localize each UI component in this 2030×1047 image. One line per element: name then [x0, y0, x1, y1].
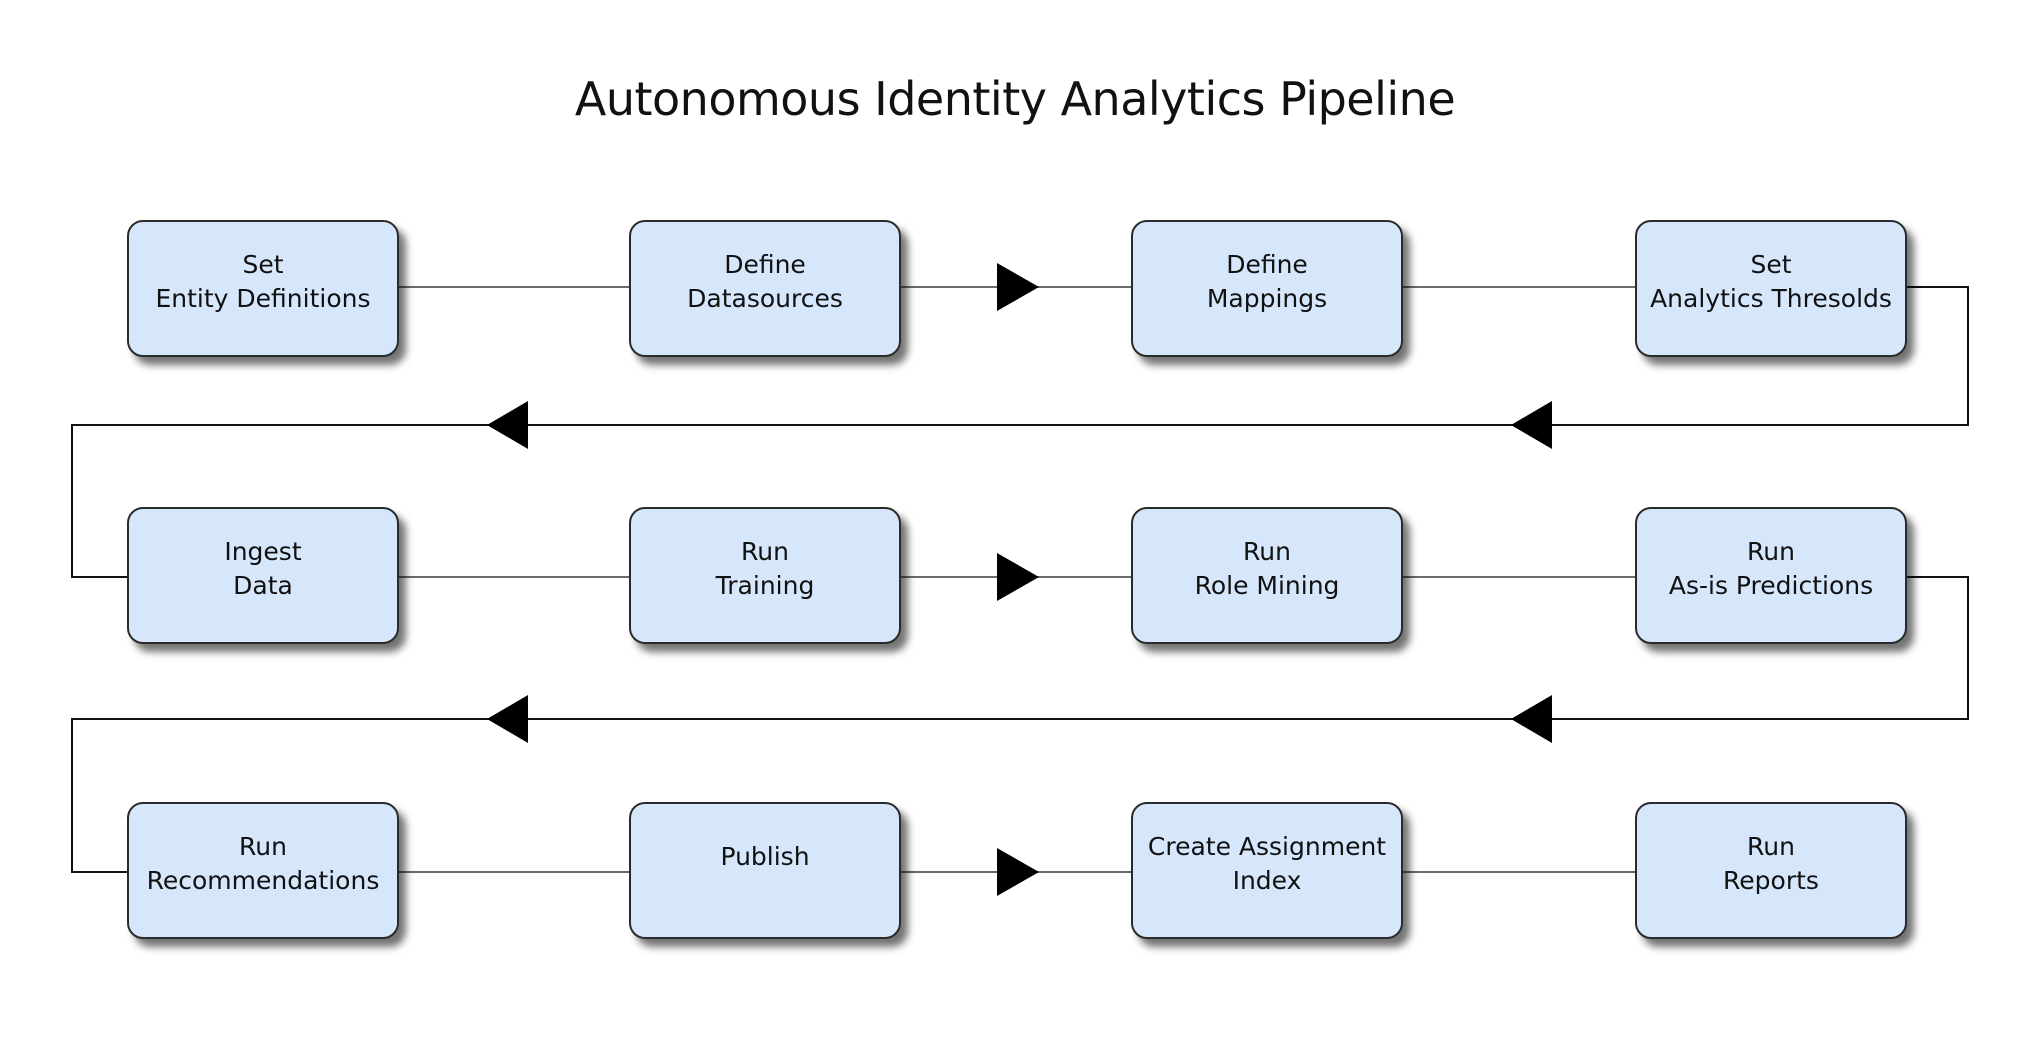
step-label-line: Analytics Thresolds: [1650, 283, 1892, 313]
step-label-line: Run: [741, 536, 789, 566]
step-label-line: Run: [239, 831, 287, 861]
pipeline-step: Run Role Mining: [1131, 507, 1403, 644]
step-label-line: Data: [233, 570, 293, 600]
pipeline-step: Run Reports: [1635, 802, 1907, 939]
step-label-line: Training: [715, 570, 815, 600]
row-2-arrow-right-icon: [997, 553, 1039, 601]
return-1-arrow-left-icon-left: [487, 401, 528, 449]
pipeline-step: Run Recommendations: [127, 802, 399, 939]
pipeline-step: Set Entity Definitions: [127, 220, 399, 357]
step-label-line: Publish: [720, 842, 810, 871]
step-label-line: Recommendations: [146, 865, 380, 895]
pipeline-step: Run Training: [629, 507, 901, 644]
step-label-line: Run: [1747, 536, 1795, 566]
step-label-line: Role Mining: [1194, 570, 1340, 600]
return-2-arrow-left-icon-left: [487, 695, 528, 743]
step-label-line: Define: [1226, 249, 1308, 279]
step-label-line: Run: [1243, 536, 1291, 566]
step-label-line: Run: [1747, 831, 1795, 861]
pipeline-step: Define Mappings: [1131, 220, 1403, 357]
step-label-line: As-is Predictions: [1668, 570, 1874, 600]
return-1-arrow-left-icon-right: [1511, 401, 1552, 449]
step-label-line: Create Assignment: [1147, 831, 1387, 861]
step-label-line: Index: [1232, 865, 1302, 895]
step-label-line: Ingest: [224, 536, 302, 566]
pipeline-step: Publish: [629, 802, 901, 939]
pipeline-step: Ingest Data: [127, 507, 399, 644]
pipeline-step: Set Analytics Thresolds: [1635, 220, 1907, 357]
step-label-line: Define: [724, 249, 806, 279]
step-label-line: Datasources: [687, 283, 843, 313]
step-label-line: Mappings: [1206, 283, 1328, 313]
pipeline-step: Run As-is Predictions: [1635, 507, 1907, 644]
step-label-line: Reports: [1723, 865, 1819, 895]
step-label-line: Set: [1750, 249, 1792, 279]
row-1-arrow-right-icon: [997, 263, 1039, 311]
return-2-arrow-left-icon-right: [1511, 695, 1552, 743]
step-label-line: Entity Definitions: [155, 283, 371, 313]
pipeline-step: Create Assignment Index: [1131, 802, 1403, 939]
pipeline-step: Define Datasources: [629, 220, 901, 357]
step-label-line: Set: [242, 249, 284, 279]
row-3-arrow-right-icon: [997, 848, 1039, 896]
